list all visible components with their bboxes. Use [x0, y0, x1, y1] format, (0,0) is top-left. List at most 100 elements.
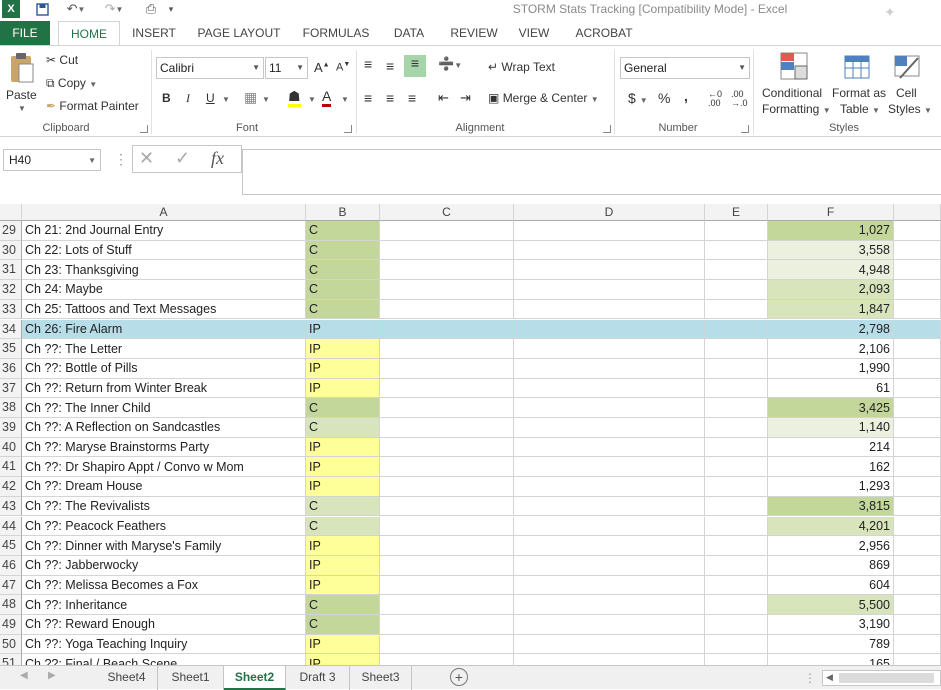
- cell-b[interactable]: C: [306, 280, 380, 300]
- cell-c[interactable]: [380, 615, 514, 635]
- cell-d[interactable]: [514, 358, 705, 379]
- cell-a[interactable]: Ch ??: Reward Enough: [22, 615, 306, 635]
- cell-extra[interactable]: [894, 536, 941, 556]
- cell-b[interactable]: IP: [306, 339, 380, 359]
- cell-a[interactable]: Ch ??: Yoga Teaching Inquiry: [22, 634, 306, 655]
- scroll-left-icon[interactable]: ◀: [826, 672, 833, 683]
- cell-d[interactable]: [514, 477, 705, 497]
- format-painter-button[interactable]: ✒ Format Painter: [46, 99, 139, 113]
- cell-e[interactable]: [705, 339, 768, 359]
- cell-b[interactable]: IP: [306, 437, 380, 458]
- cell-d[interactable]: [514, 595, 705, 615]
- row-header[interactable]: 38: [0, 398, 22, 418]
- cell-extra[interactable]: [894, 260, 941, 281]
- name-box[interactable]: H40 ▼: [3, 149, 101, 171]
- shrink-font-icon[interactable]: A▼: [336, 61, 350, 74]
- column-header-e[interactable]: E: [705, 204, 768, 221]
- cell-f[interactable]: 5,500: [768, 595, 894, 615]
- cell-e[interactable]: [705, 418, 768, 438]
- cell-d[interactable]: [514, 319, 705, 340]
- cell-extra[interactable]: [894, 516, 941, 537]
- increase-indent-icon[interactable]: ⇥: [460, 90, 471, 106]
- paste-dropdown-icon[interactable]: ▼: [18, 104, 26, 113]
- scrollbar-thumb[interactable]: [839, 673, 934, 683]
- cell-a[interactable]: Ch ??: Inheritance: [22, 595, 306, 615]
- cell-extra[interactable]: [894, 240, 941, 261]
- cell-f[interactable]: 214: [768, 437, 894, 458]
- sheet-tab-sheet4[interactable]: Sheet4: [96, 666, 158, 690]
- cell-f[interactable]: 4,201: [768, 516, 894, 537]
- orientation-icon[interactable]: ➗▼: [438, 56, 462, 72]
- cell-extra[interactable]: [894, 457, 941, 478]
- cell-b[interactable]: IP: [306, 457, 380, 478]
- cell-c[interactable]: [380, 457, 514, 478]
- comma-button[interactable]: ,: [684, 88, 688, 104]
- cell-d[interactable]: [514, 634, 705, 655]
- tab-formulas[interactable]: FORMULAS: [300, 21, 372, 45]
- row-header[interactable]: 33: [0, 299, 22, 320]
- cell-f[interactable]: 1,990: [768, 358, 894, 379]
- cell-f[interactable]: 2,106: [768, 339, 894, 359]
- cell-f[interactable]: 165: [768, 654, 894, 665]
- cell-f[interactable]: 3,558: [768, 240, 894, 261]
- cell-f[interactable]: 2,798: [768, 319, 894, 340]
- cell-e[interactable]: [705, 654, 768, 665]
- decrease-indent-icon[interactable]: ⇤: [438, 90, 449, 106]
- cell-extra[interactable]: [894, 595, 941, 615]
- fill-color-dropdown-icon[interactable]: ▼: [308, 95, 316, 104]
- row-header[interactable]: 49: [0, 615, 22, 635]
- cell-d[interactable]: [514, 280, 705, 300]
- cell-b[interactable]: IP: [306, 575, 380, 596]
- cell-a[interactable]: Ch ??: A Reflection on Sandcastles: [22, 418, 306, 438]
- cell-b[interactable]: C: [306, 221, 380, 241]
- sheet-tab-sheet2[interactable]: Sheet2: [224, 666, 286, 690]
- cell-a[interactable]: Ch 22: Lots of Stuff: [22, 240, 306, 261]
- cell-e[interactable]: [705, 358, 768, 379]
- cell-e[interactable]: [705, 240, 768, 261]
- enter-icon[interactable]: ✓: [175, 148, 190, 169]
- cell-d[interactable]: [514, 240, 705, 261]
- cell-extra[interactable]: [894, 358, 941, 379]
- cell-b[interactable]: IP: [306, 654, 380, 665]
- tab-page-layout[interactable]: PAGE LAYOUT: [195, 21, 283, 45]
- cell-b[interactable]: IP: [306, 358, 380, 379]
- column-header-b[interactable]: B: [306, 204, 380, 221]
- cell-c[interactable]: [380, 339, 514, 359]
- cell-c[interactable]: [380, 299, 514, 320]
- cell-c[interactable]: [380, 378, 514, 399]
- align-right-icon[interactable]: ≡: [408, 90, 416, 106]
- cell-extra[interactable]: [894, 437, 941, 458]
- row-header[interactable]: 29: [0, 221, 22, 241]
- row-header[interactable]: 37: [0, 378, 22, 399]
- column-header-c[interactable]: C: [380, 204, 514, 221]
- cell-a[interactable]: Ch ??: Maryse Brainstorms Party: [22, 437, 306, 458]
- cell-d[interactable]: [514, 615, 705, 635]
- cell-d[interactable]: [514, 516, 705, 537]
- cell-b[interactable]: IP: [306, 555, 380, 576]
- cell-extra[interactable]: [894, 654, 941, 665]
- formula-input[interactable]: [242, 149, 941, 195]
- cell-extra[interactable]: [894, 398, 941, 418]
- tab-data[interactable]: DATA: [389, 21, 429, 45]
- cell-f[interactable]: 2,956: [768, 536, 894, 556]
- cell-extra[interactable]: [894, 575, 941, 596]
- underline-button[interactable]: U: [206, 91, 215, 105]
- cell-b[interactable]: IP: [306, 319, 380, 340]
- cell-b[interactable]: C: [306, 418, 380, 438]
- cell-e[interactable]: [705, 575, 768, 596]
- cell-f[interactable]: 61: [768, 378, 894, 399]
- font-color-dropdown-icon[interactable]: ▼: [341, 95, 349, 104]
- cell-extra[interactable]: [894, 477, 941, 497]
- cell-e[interactable]: [705, 299, 768, 320]
- cell-a[interactable]: Ch 21: 2nd Journal Entry: [22, 221, 306, 241]
- redo-icon[interactable]: ↷ ▼: [100, 0, 128, 18]
- cell-a[interactable]: Ch 23: Thanksgiving: [22, 260, 306, 281]
- formula-bar-handle-icon[interactable]: ⋮: [114, 151, 128, 168]
- increase-decimal-icon[interactable]: ←0.00: [708, 90, 722, 108]
- currency-button[interactable]: $ ▼: [628, 90, 648, 106]
- print-icon[interactable]: ⎙: [142, 0, 160, 18]
- wrap-text-button[interactable]: ↵ Wrap Text: [488, 60, 555, 74]
- cell-b[interactable]: C: [306, 595, 380, 615]
- scroll-prev-sheet-icon[interactable]: ◀: [20, 670, 28, 681]
- cell-d[interactable]: [514, 378, 705, 399]
